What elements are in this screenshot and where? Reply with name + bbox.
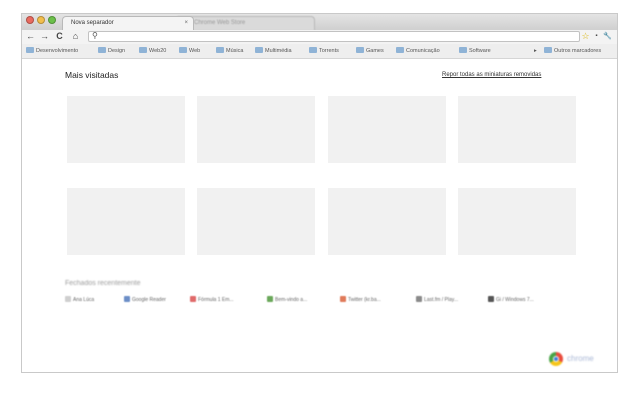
bookmarks-bar: Desenvolvimento Design Web20 Web Música …: [22, 44, 617, 59]
bookmark-folder[interactable]: Torrents: [309, 47, 339, 55]
page-icon[interactable]: ▪: [591, 31, 602, 42]
folder-icon: [459, 47, 467, 53]
chrome-logo: chrome: [547, 351, 617, 367]
most-visited-thumbnail[interactable]: [458, 188, 576, 255]
minimize-window-button[interactable]: [37, 16, 45, 24]
most-visited-thumbnail[interactable]: [328, 188, 446, 255]
recently-closed-item[interactable]: Gi / Windows 7...: [488, 296, 534, 303]
forward-icon[interactable]: →: [39, 31, 50, 42]
close-tab-icon[interactable]: ×: [184, 17, 188, 29]
bookmark-folder[interactable]: Comunicação: [396, 47, 440, 55]
wrench-icon[interactable]: 🔧: [602, 31, 613, 42]
folder-icon: [139, 47, 147, 53]
most-visited-thumbnail[interactable]: [67, 188, 185, 255]
most-visited-thumbnail[interactable]: [458, 96, 576, 163]
bookmark-folder[interactable]: Games: [356, 47, 384, 55]
tab-web-store[interactable]: Chrome Web Store: [175, 16, 315, 30]
toolbar: ← → C ⌂ ⚲ ☆ ▪ 🔧: [22, 30, 617, 44]
restore-thumbnails-link[interactable]: Repor todas as miniaturas removidas: [442, 72, 541, 78]
favicon-icon: [416, 296, 422, 302]
most-visited-thumbnail[interactable]: [197, 188, 315, 255]
most-visited-thumbnail[interactable]: [197, 96, 315, 163]
bookmark-folder[interactable]: Desenvolvimento: [26, 47, 78, 55]
tab-new-tab[interactable]: Nova separador ×: [62, 16, 194, 30]
folder-icon: [356, 47, 364, 53]
favicon-icon: [124, 296, 130, 302]
recently-closed-item[interactable]: Twitter (kr.ba...: [340, 296, 381, 303]
recently-closed-item[interactable]: Google Reader: [124, 296, 166, 303]
bookmark-folder[interactable]: Música: [216, 47, 243, 55]
most-visited-thumbnail[interactable]: [67, 96, 185, 163]
window-controls: [26, 16, 56, 24]
most-visited-thumbnail[interactable]: [328, 96, 446, 163]
search-icon: ⚲: [92, 31, 98, 40]
folder-icon: [98, 47, 106, 53]
favicon-icon: [488, 296, 494, 302]
folder-icon: [216, 47, 224, 53]
recently-closed-item[interactable]: Last.fm / Play...: [416, 296, 458, 303]
favicon-icon: [267, 296, 273, 302]
recently-closed-title: Fechados recentemente: [65, 280, 141, 287]
recently-closed-item[interactable]: Ana Lúca: [65, 296, 94, 303]
folder-icon: [309, 47, 317, 53]
bookmark-folder[interactable]: Web: [179, 47, 200, 55]
reload-icon[interactable]: C: [54, 31, 65, 42]
close-window-button[interactable]: [26, 16, 34, 24]
recently-closed-item[interactable]: Bem-vindo a...: [267, 296, 307, 303]
bookmarks-overflow-icon[interactable]: ▸: [534, 47, 537, 55]
favicon-icon: [65, 296, 71, 302]
tab-strip: Chrome Web Store Nova separador ×: [22, 14, 617, 31]
browser-window: Chrome Web Store Nova separador × ← → C …: [21, 13, 618, 373]
bookmark-folder[interactable]: Multimédia: [255, 47, 292, 55]
folder-icon: [255, 47, 263, 53]
bookmark-folder[interactable]: Web20: [139, 47, 166, 55]
bookmark-folder[interactable]: Design: [98, 47, 125, 55]
bookmark-folder[interactable]: Software: [459, 47, 491, 55]
recently-closed-item[interactable]: Fórmula 1 Em...: [190, 296, 234, 303]
folder-icon: [396, 47, 404, 53]
folder-icon: [26, 47, 34, 53]
tab-title: Chrome Web Store: [194, 20, 246, 26]
folder-icon: [179, 47, 187, 53]
chrome-logo-icon: [549, 352, 563, 366]
address-bar[interactable]: ⚲: [88, 31, 580, 42]
favicon-icon: [190, 296, 196, 302]
zoom-window-button[interactable]: [48, 16, 56, 24]
favicon-icon: [340, 296, 346, 302]
other-bookmarks-folder[interactable]: Outros marcadores: [544, 47, 601, 55]
home-icon[interactable]: ⌂: [70, 31, 81, 42]
chrome-logo-text: chrome: [567, 354, 594, 363]
tab-title: Nova separador: [71, 20, 114, 26]
most-visited-title: Mais visitadas: [65, 70, 119, 80]
folder-icon: [544, 47, 552, 53]
star-icon[interactable]: ☆: [580, 31, 591, 42]
back-icon[interactable]: ←: [25, 31, 36, 42]
